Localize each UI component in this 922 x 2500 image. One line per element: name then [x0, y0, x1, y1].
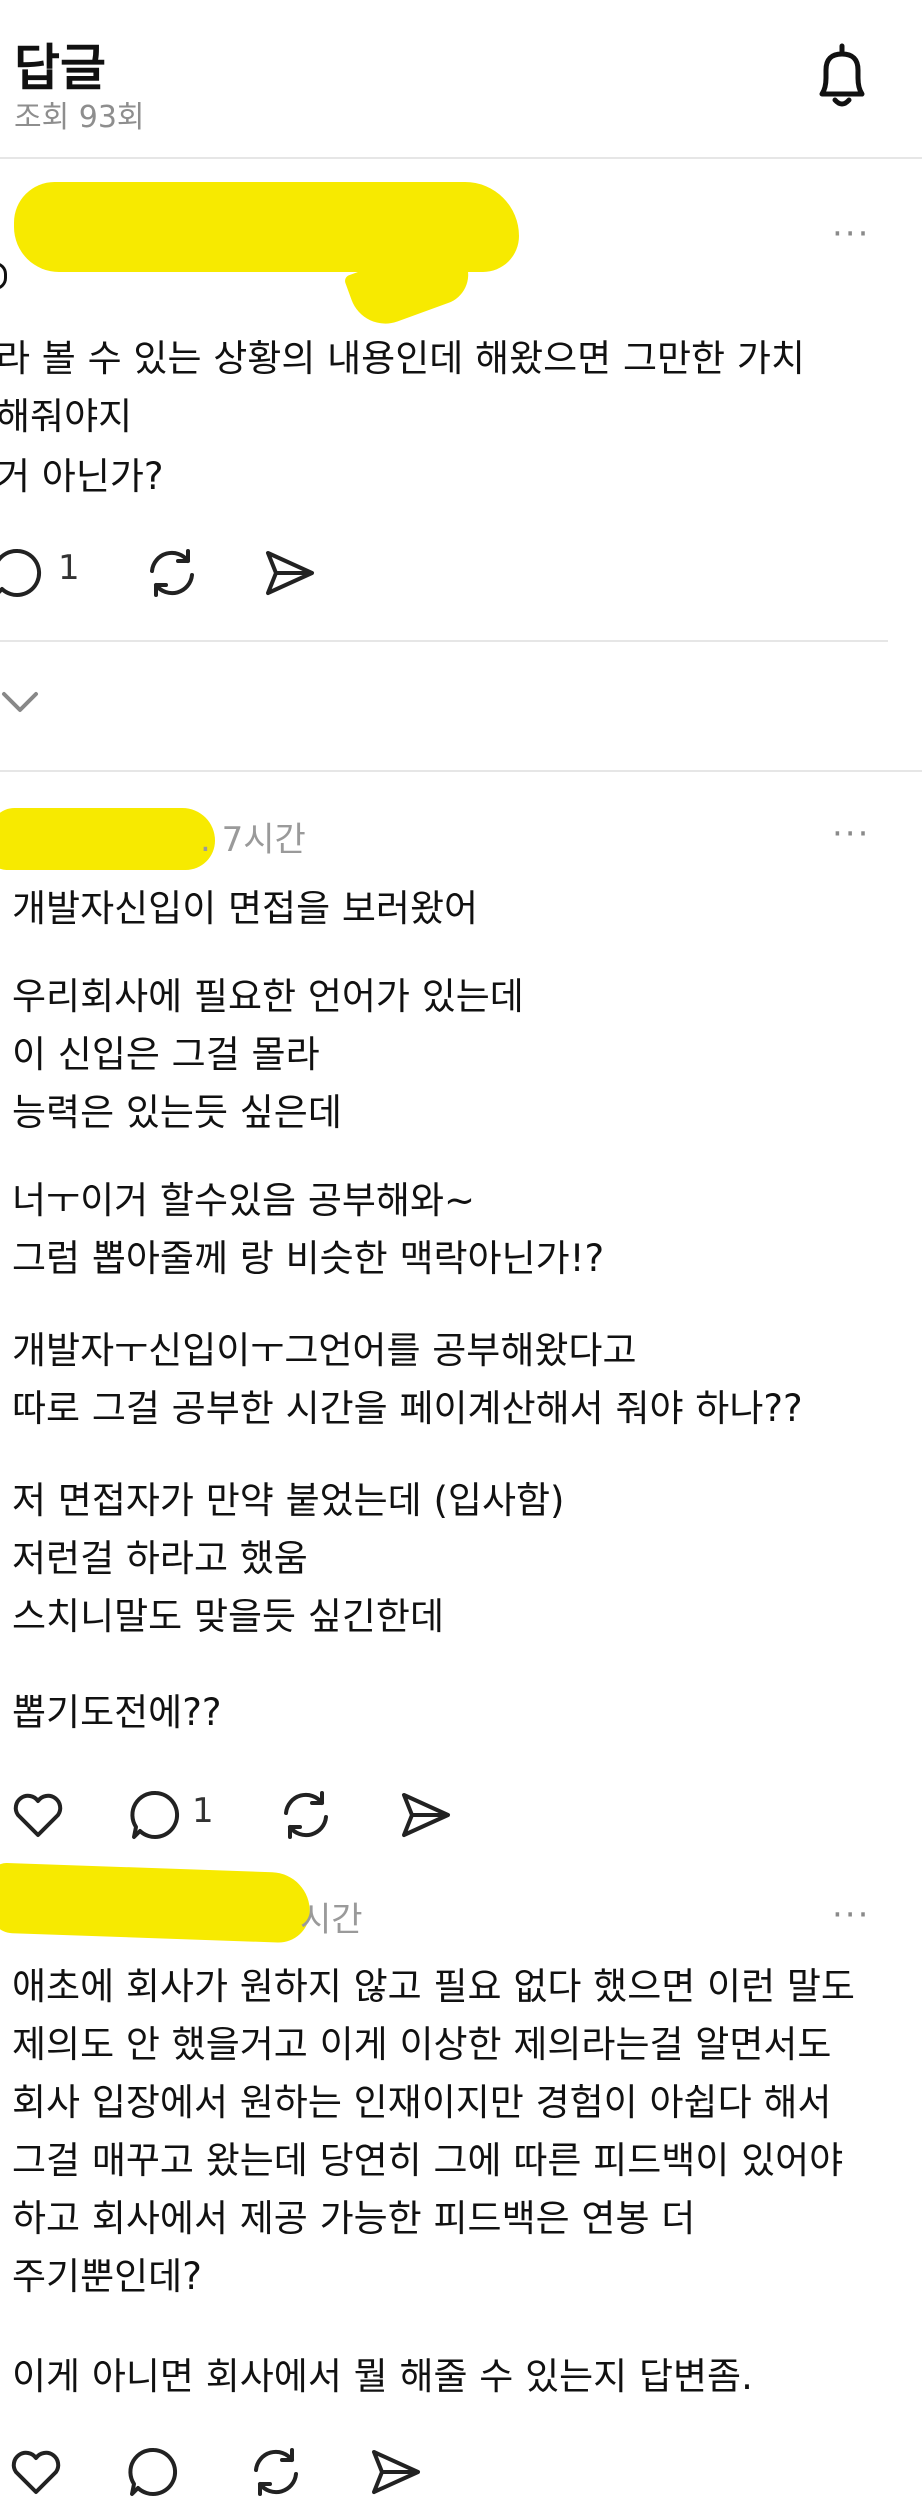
- reply-paragraph: 뽑기도전에??: [12, 1691, 222, 1734]
- reply-time: . 7시간: [200, 820, 306, 860]
- comment-count: 1: [58, 548, 80, 588]
- comment-icon[interactable]: [128, 1787, 184, 1843]
- avatar[interactable]: [0, 262, 7, 290]
- more-options-button[interactable]: ···: [832, 1895, 870, 1935]
- heart-icon[interactable]: [8, 2444, 64, 2500]
- reply-paragraph: 개발자신입이 면접을 보러왔어: [12, 887, 479, 930]
- reply-paragraph: 너ㅜ이거 할수있음 공부해와~ 그럼 뽑아줄께 랑 비슷한 맥락아닌가!?: [12, 1179, 605, 1280]
- share-icon[interactable]: [262, 545, 318, 601]
- post-line-1: 라 볼 수 있는 상황의 내용인데 해왔으면 그만한 가치: [0, 337, 805, 380]
- comment-count: 1: [192, 1791, 214, 1831]
- view-count: 조회 93회: [14, 100, 145, 135]
- more-options-button[interactable]: ···: [832, 814, 870, 854]
- share-icon[interactable]: [398, 1787, 454, 1843]
- post-line-3: 거 아닌가?: [0, 455, 164, 498]
- reply-paragraph: 이게 아니면 회사에서 뭘 해줄 수 있는지 답변좀.: [12, 2355, 753, 2398]
- chevron-down-icon[interactable]: [0, 688, 40, 718]
- section-divider: [0, 770, 922, 772]
- repost-icon[interactable]: [278, 1787, 334, 1843]
- reply-paragraph: 애초에 회사가 원하지 않고 필요 없다 했으면 이런 말도 제의도 안 했을거…: [12, 1965, 855, 2298]
- reply-paragraph: 개발자ㅜ신입이ㅜ그언어를 공부해왔다고 따로 그걸 공부한 시간을 페이계산해서…: [12, 1329, 803, 1430]
- post-line-2: 해줘야지: [0, 395, 133, 438]
- share-icon[interactable]: [368, 2444, 424, 2500]
- bell-icon[interactable]: [810, 42, 874, 114]
- redacted-username: [0, 1862, 312, 1944]
- reply-time: 시간: [300, 1900, 363, 1940]
- more-options-button[interactable]: ···: [832, 214, 870, 254]
- post-divider: [0, 640, 888, 642]
- repost-icon[interactable]: [144, 545, 200, 601]
- comment-icon[interactable]: [0, 545, 46, 601]
- comment-icon[interactable]: [126, 2444, 182, 2500]
- header-divider: [0, 157, 922, 159]
- redacted-username: [0, 808, 215, 870]
- page-title: 답글: [14, 39, 106, 97]
- heart-icon[interactable]: [10, 1787, 66, 1843]
- reply-paragraph: 저 면접자가 만약 붙었는데 (입사함) 저런걸 하라고 했움 스치니말도 맞을…: [12, 1479, 565, 1638]
- repost-icon[interactable]: [248, 2444, 304, 2500]
- reply-paragraph: 우리회사에 필요한 언어가 있는데 이 신입은 그걸 몰라 능력은 있는듯 싶은…: [12, 975, 524, 1134]
